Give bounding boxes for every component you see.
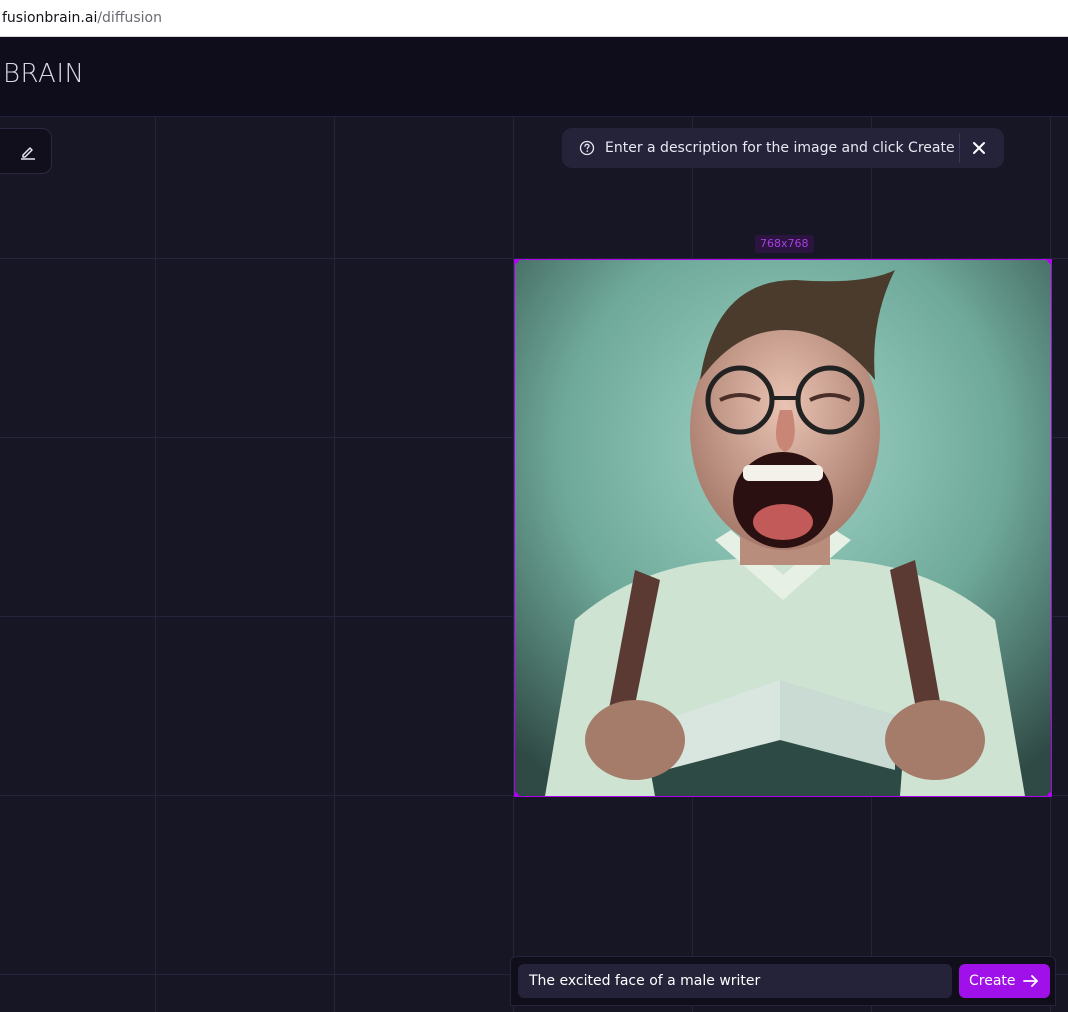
eraser-tool-button[interactable] — [0, 128, 52, 174]
drawing-canvas[interactable]: Enter a description for the image and cl… — [0, 117, 1068, 1012]
create-button[interactable]: Create — [959, 964, 1050, 998]
prompt-input[interactable]: The excited face of a male writer — [518, 964, 952, 998]
prompt-bar: The excited face of a male writer Create — [510, 956, 1056, 1006]
generated-image — [515, 260, 1051, 796]
arrow-right-icon — [1023, 975, 1038, 987]
close-icon[interactable] — [970, 139, 988, 157]
question-circle-icon — [579, 140, 595, 156]
app-header: BRAIN — [0, 37, 1068, 117]
url-host: fusionbrain.ai — [2, 10, 98, 26]
url-path: /diffusion — [97, 10, 162, 26]
image-size-badge: 768x768 — [755, 235, 814, 253]
resize-handle-bottom-right[interactable] — [1047, 792, 1051, 796]
create-button-label: Create — [969, 973, 1016, 989]
generated-image-frame[interactable] — [514, 259, 1052, 797]
logo[interactable]: BRAIN — [3, 59, 84, 89]
hint-divider — [959, 133, 960, 163]
url-text[interactable]: fusionbrain.ai/diffusion — [2, 9, 162, 27]
eraser-icon — [21, 147, 35, 160]
hint-banner: Enter a description for the image and cl… — [562, 128, 1004, 168]
hint-text: Enter a description for the image and cl… — [605, 140, 955, 156]
browser-address-bar[interactable]: fusionbrain.ai/diffusion — [0, 0, 1068, 37]
